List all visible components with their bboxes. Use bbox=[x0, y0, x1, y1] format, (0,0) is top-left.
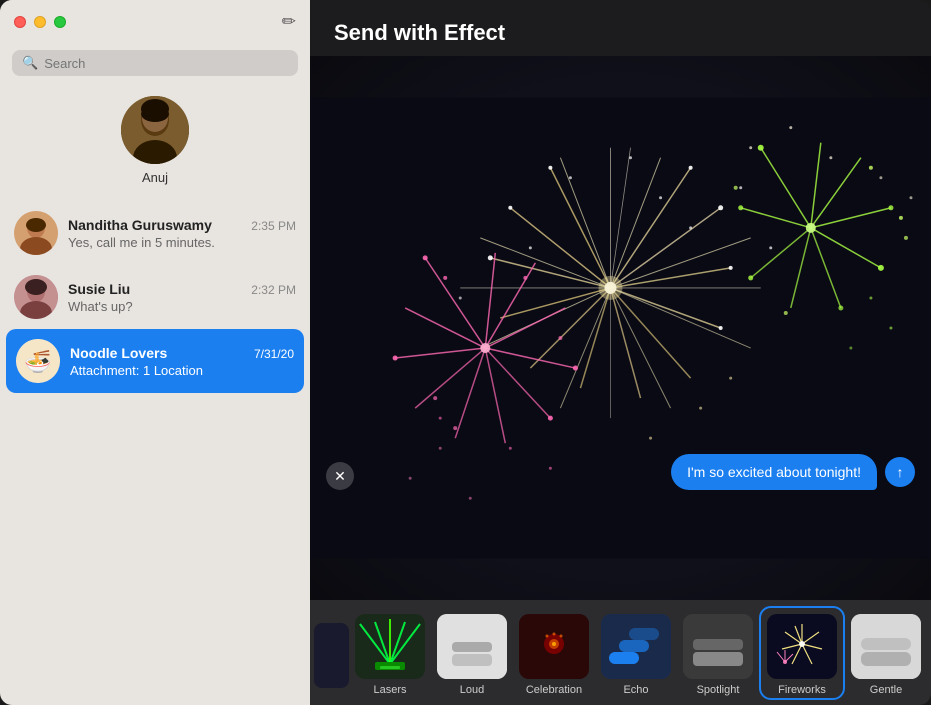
effect-label-gentle: Gentle bbox=[870, 684, 902, 696]
conversation-name: Nanditha Guruswamy bbox=[68, 217, 212, 233]
maximize-button[interactable] bbox=[54, 16, 66, 28]
close-icon: ✕ bbox=[334, 468, 346, 485]
conversation-name: Noodle Lovers bbox=[70, 345, 167, 361]
effect-thumb-spotlight bbox=[683, 614, 753, 679]
effect-item-spotlight[interactable]: Spotlight bbox=[677, 608, 759, 698]
conversation-time: 2:35 PM bbox=[251, 219, 296, 233]
effect-label-lasers: Lasers bbox=[373, 684, 406, 696]
titlebar: ✏ bbox=[0, 0, 310, 44]
fireworks-svg bbox=[310, 56, 931, 600]
effect-label-loud: Loud bbox=[460, 684, 484, 696]
effect-thumb-lasers bbox=[355, 614, 425, 679]
search-input[interactable] bbox=[44, 56, 288, 71]
effect-label-fireworks: Fireworks bbox=[778, 684, 826, 696]
close-button[interactable] bbox=[14, 16, 26, 28]
effect-item-echo[interactable]: Echo bbox=[595, 608, 677, 698]
close-effect-button[interactable]: ✕ bbox=[326, 462, 354, 490]
effect-item-gentle[interactable]: Gentle bbox=[845, 608, 927, 698]
compose-button[interactable]: ✏ bbox=[282, 12, 296, 32]
avatar: 🍜 bbox=[16, 339, 60, 383]
avatar bbox=[121, 96, 189, 164]
conversation-time: 2:32 PM bbox=[251, 283, 296, 297]
effects-strip: Lasers Loud bbox=[310, 600, 931, 705]
conversation-list: Nanditha Guruswamy 2:35 PM Yes, call me … bbox=[0, 201, 310, 705]
effect-label-echo: Echo bbox=[623, 684, 648, 696]
search-icon: 🔍 bbox=[22, 55, 38, 71]
fireworks-display: I'm so excited about tonight! ↑ ✕ bbox=[310, 56, 931, 600]
effect-item-fireworks[interactable]: Fireworks bbox=[759, 606, 845, 700]
conversation-preview: Yes, call me in 5 minutes. bbox=[68, 235, 296, 250]
effect-label-celebration: Celebration bbox=[526, 684, 582, 696]
effect-thumb-loud bbox=[437, 614, 507, 679]
avatar bbox=[14, 275, 58, 319]
conversation-content: Nanditha Guruswamy 2:35 PM Yes, call me … bbox=[68, 217, 296, 250]
minimize-button[interactable] bbox=[34, 16, 46, 28]
svg-text:🍜: 🍜 bbox=[24, 349, 51, 374]
sidebar: ✏ 🔍 Anuj bbox=[0, 0, 310, 705]
conversation-name: Susie Liu bbox=[68, 281, 130, 297]
main-header: Send with Effect bbox=[310, 0, 931, 56]
page-title: Send with Effect bbox=[334, 20, 907, 46]
conversation-time: 7/31/20 bbox=[254, 347, 294, 361]
effect-thumb-echo bbox=[601, 614, 671, 679]
pinned-contact[interactable]: Anuj bbox=[0, 86, 310, 201]
effect-item-celebration[interactable]: Celebration bbox=[513, 608, 595, 698]
conversation-item-nanditha[interactable]: Nanditha Guruswamy 2:35 PM Yes, call me … bbox=[0, 201, 310, 265]
conversation-preview: What's up? bbox=[68, 299, 296, 314]
effect-thumb-celebration bbox=[519, 614, 589, 679]
conversation-preview: Attachment: 1 Location bbox=[70, 363, 294, 378]
conversation-content: Susie Liu 2:32 PM What's up? bbox=[68, 281, 296, 314]
message-bubble-area: I'm so excited about tonight! ↑ bbox=[671, 454, 915, 490]
effect-thumb-fireworks bbox=[767, 614, 837, 679]
conversation-item-susie[interactable]: Susie Liu 2:32 PM What's up? bbox=[0, 265, 310, 329]
effect-thumb-gentle bbox=[851, 614, 921, 679]
main-panel: Send with Effect bbox=[310, 0, 931, 705]
pinned-name: Anuj bbox=[142, 170, 168, 185]
send-button[interactable]: ↑ bbox=[885, 457, 915, 487]
effect-item-lasers[interactable]: Lasers bbox=[349, 608, 431, 698]
avatar bbox=[14, 211, 58, 255]
conversation-item-noodle[interactable]: 🍜 Noodle Lovers 7/31/20 Attachment: 1 Lo… bbox=[6, 329, 304, 393]
message-bubble: I'm so excited about tonight! bbox=[671, 454, 877, 490]
effect-label-spotlight: Spotlight bbox=[697, 684, 740, 696]
search-bar: 🔍 bbox=[12, 50, 298, 76]
conversation-content: Noodle Lovers 7/31/20 Attachment: 1 Loca… bbox=[70, 345, 294, 378]
effect-item-loud[interactable]: Loud bbox=[431, 608, 513, 698]
partial-effect-item bbox=[314, 617, 349, 688]
